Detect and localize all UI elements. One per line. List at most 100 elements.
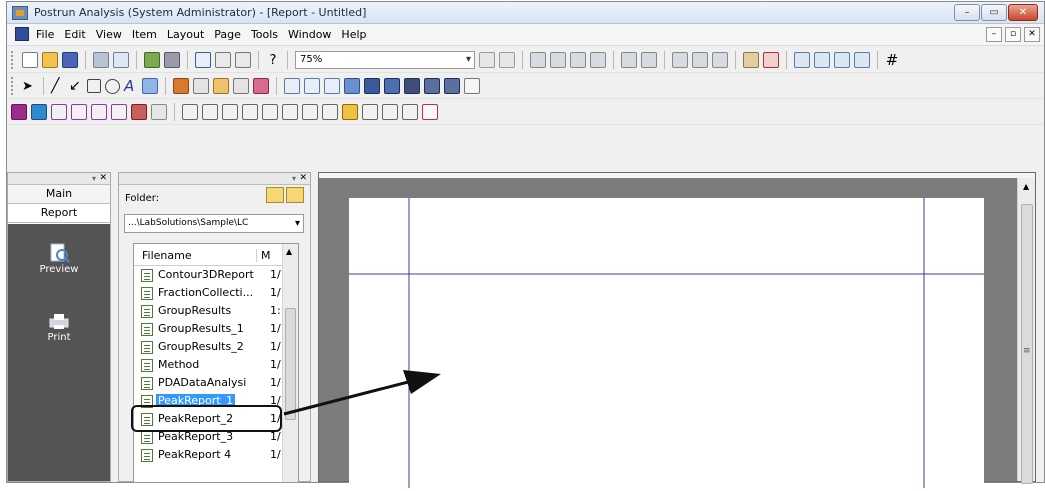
file-row[interactable]: GroupResults 1: xyxy=(134,302,298,320)
group-table-icon[interactable] xyxy=(384,78,400,94)
menu-layout[interactable]: Layout xyxy=(167,28,204,41)
text-tool-icon[interactable]: A xyxy=(124,77,138,95)
column-filename[interactable]: Filename xyxy=(142,249,192,262)
close-icon[interactable]: ✕ xyxy=(299,173,307,184)
mdi-close-button[interactable]: ✕ xyxy=(1024,27,1040,42)
menu-edit[interactable]: Edit xyxy=(64,28,85,41)
minimize-button[interactable]: – xyxy=(954,4,980,21)
mdi-minimize-button[interactable]: – xyxy=(986,27,1002,42)
line-tool-icon[interactable]: ╱ xyxy=(51,78,65,94)
comment-icon[interactable] xyxy=(253,78,269,94)
quantitative-table-icon[interactable] xyxy=(444,78,460,94)
ellipse-tool-icon[interactable] xyxy=(105,78,120,94)
redo-icon[interactable] xyxy=(499,52,515,68)
ungroup-icon[interactable] xyxy=(763,52,779,68)
open-folder-icon[interactable] xyxy=(42,52,58,68)
document-scrollbar[interactable]: ▲ ≡ xyxy=(1017,178,1035,484)
grid-icon[interactable]: # xyxy=(885,51,899,69)
pin-icon[interactable]: ▾ xyxy=(292,173,296,184)
ems-spectrum-icon[interactable] xyxy=(382,104,398,120)
menu-view[interactable]: View xyxy=(96,28,122,41)
report-info-icon[interactable] xyxy=(233,78,249,94)
file-row[interactable]: PDADataAnalysi 1/ xyxy=(134,374,298,392)
close-icon[interactable]: ✕ xyxy=(99,173,107,184)
print-preview-icon[interactable] xyxy=(113,52,129,68)
peak-table-icon[interactable] xyxy=(324,78,340,94)
calibration-curve-icon[interactable] xyxy=(304,78,320,94)
new-icon[interactable] xyxy=(22,52,38,68)
scroll-up-icon[interactable]: ▲ xyxy=(1023,182,1029,191)
compound-table-icon[interactable] xyxy=(364,78,380,94)
file-row[interactable]: Contour3DReport 1/ xyxy=(134,266,298,284)
center-horizontal-icon[interactable] xyxy=(641,52,657,68)
3d-contour-icon[interactable] xyxy=(31,104,47,120)
center-vertical-icon[interactable] xyxy=(621,52,637,68)
nav-preview[interactable]: Preview xyxy=(8,242,110,275)
contour-icon[interactable] xyxy=(151,104,167,120)
file-row[interactable]: GroupResults_2 1/ xyxy=(134,338,298,356)
spectrum-icon[interactable] xyxy=(344,78,360,94)
menu-window[interactable]: Window xyxy=(288,28,331,41)
file-row[interactable]: PeakReport 4 1/ xyxy=(134,446,298,464)
toolbar-grip[interactable] xyxy=(11,51,14,69)
menu-tools[interactable]: Tools xyxy=(251,28,278,41)
align-bottom-icon[interactable] xyxy=(590,52,606,68)
file-row[interactable]: GroupResults_1 1/ xyxy=(134,320,298,338)
ems-table-icon[interactable] xyxy=(402,104,418,120)
scroll-up-icon[interactable]: ▲ xyxy=(286,247,292,256)
peak-purity-icon[interactable] xyxy=(91,104,107,120)
ms-peak-table-icon[interactable] xyxy=(222,104,238,120)
summary-table-icon[interactable] xyxy=(424,78,440,94)
ole-object-icon[interactable] xyxy=(173,78,189,94)
library-search-icon[interactable] xyxy=(111,104,127,120)
header-icon[interactable] xyxy=(215,52,231,68)
batch-table-icon[interactable] xyxy=(404,78,420,94)
restore-button[interactable]: ▭ xyxy=(981,4,1007,21)
menu-item[interactable]: Item xyxy=(132,28,157,41)
browse-folder-icon[interactable] xyxy=(286,187,304,203)
ms-quant-icon[interactable] xyxy=(342,104,358,120)
last-page-icon[interactable] xyxy=(854,52,870,68)
zoom-select[interactable]: 75% xyxy=(295,51,475,69)
next-page-icon[interactable] xyxy=(834,52,850,68)
file-list-scrollbar[interactable]: ▲ xyxy=(282,244,298,482)
ms-scan-icon[interactable] xyxy=(302,104,318,120)
ems-chromatogram-icon[interactable] xyxy=(362,104,378,120)
file-row[interactable]: Method 1/ xyxy=(134,356,298,374)
page-view-icon[interactable] xyxy=(195,52,211,68)
ms-spectrum-icon[interactable] xyxy=(202,104,218,120)
ms-chromatogram-icon[interactable] xyxy=(182,104,198,120)
pda-icon[interactable] xyxy=(11,104,27,120)
arrow-tool-icon[interactable]: ↙ xyxy=(69,78,83,94)
footer-icon[interactable] xyxy=(235,52,251,68)
help-icon[interactable]: ? xyxy=(266,53,280,68)
same-width-icon[interactable] xyxy=(672,52,688,68)
tab-main[interactable]: Main xyxy=(8,185,110,204)
image-tool-icon[interactable] xyxy=(142,78,158,94)
toolbar-grip[interactable] xyxy=(11,77,14,95)
same-height-icon[interactable] xyxy=(692,52,708,68)
ms-library-icon[interactable] xyxy=(322,104,338,120)
same-size-icon[interactable] xyxy=(712,52,728,68)
align-right-icon[interactable] xyxy=(550,52,566,68)
sample-info-icon[interactable] xyxy=(213,78,229,94)
align-top-icon[interactable] xyxy=(570,52,586,68)
group-icon[interactable] xyxy=(743,52,759,68)
pda-chromatogram-icon[interactable] xyxy=(51,104,67,120)
layout-icon[interactable] xyxy=(144,52,160,68)
print-icon[interactable] xyxy=(93,52,109,68)
system-check-icon[interactable] xyxy=(464,78,480,94)
tab-report[interactable]: Report xyxy=(8,204,110,223)
nav-print[interactable]: Print xyxy=(8,310,110,343)
log-icon[interactable] xyxy=(422,104,438,120)
save-icon[interactable] xyxy=(62,52,78,68)
pda-spectrum-icon[interactable] xyxy=(71,104,87,120)
ms-tuning-icon[interactable] xyxy=(282,104,298,120)
rectangle-tool-icon[interactable] xyxy=(87,79,101,93)
scroll-thumb[interactable] xyxy=(285,308,296,420)
close-button[interactable]: ✕ xyxy=(1008,4,1038,21)
mdi-restore-button[interactable]: ▫ xyxy=(1005,27,1021,42)
properties-icon[interactable] xyxy=(164,52,180,68)
previous-page-icon[interactable] xyxy=(814,52,830,68)
folder-up-icon[interactable] xyxy=(266,187,284,203)
